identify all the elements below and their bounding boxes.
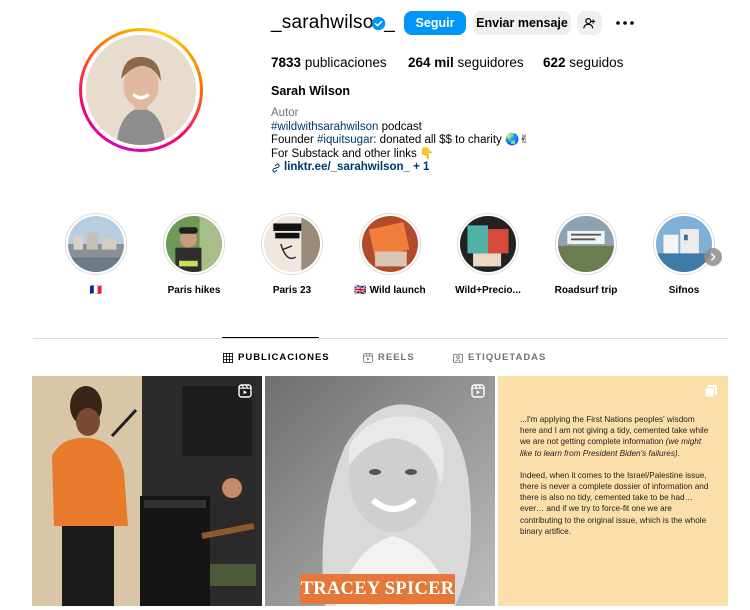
bio-line: For Substack and other links 👇 [271,147,435,160]
highlight-label: Sifnos [668,285,700,296]
highlight-label: 🇬🇧 Wild launch [354,285,426,296]
post-image [32,376,262,606]
following-count[interactable]: 622 seguidos [543,55,623,70]
highlight-item[interactable]: Paris hikes [153,213,235,296]
verified-badge-icon [371,16,386,31]
suggested-users-button[interactable] [577,11,602,35]
reel-indicator-icon [471,384,485,398]
link-icon [272,163,280,173]
highlights-next-button[interactable] [704,248,722,266]
post-thumbnail[interactable]: TRACEY SPICER [265,376,495,606]
send-message-button[interactable]: Enviar mensaje [473,11,571,35]
highlight-label: 🇫🇷 [89,285,103,296]
highlight-item[interactable]: Paris 23 [251,213,333,296]
post-quote-text: ...I'm applying the First Nations people… [520,415,709,536]
more-options-icon[interactable] [615,15,635,31]
post-thumbnail[interactable]: ...I'm applying the First Nations people… [498,376,728,606]
active-tab-indicator [222,337,319,338]
highlight-item[interactable]: 🇬🇧 Wild launch [349,213,431,296]
carousel-indicator-icon [704,385,717,398]
grid-icon [223,352,233,363]
hashtag-link[interactable]: #iquitsugar [317,134,373,146]
highlight-label: Paris 23 [272,285,312,296]
tab-reels[interactable]: REELS [363,352,415,363]
chevron-right-icon [710,253,716,261]
profile-full-name: Sarah Wilson [271,84,351,98]
add-user-icon [583,17,596,28]
highlight-item[interactable]: 🇫🇷 [55,213,137,296]
posts-count: 7833 publicaciones [271,55,387,70]
highlight-label: Paris hikes [167,285,221,296]
highlight-item[interactable]: Roadsurf trip [545,213,627,296]
external-link[interactable]: linktr.ee/_sarahwilson_ + 1 [271,161,529,175]
post-image [265,376,495,606]
hashtag-link[interactable]: #wildwithsarahwilson [271,121,378,133]
highlight-cover [362,216,418,272]
highlight-cover [656,216,712,272]
highlight-cover [558,216,614,272]
highlight-item[interactable]: Wild+Precio... [447,213,529,296]
profile-avatar[interactable] [79,28,203,152]
highlight-cover [460,216,516,272]
tab-posts[interactable]: PUBLICACIONES [223,352,330,363]
profile-bio: Autor #wildwithsarahwilson podcast Found… [271,107,529,175]
avatar-photo [86,35,196,145]
highlight-cover [68,216,124,272]
highlight-label: Wild+Precio... [455,285,521,296]
highlight-cover [166,216,222,272]
post-banner-text: TRACEY SPICER [300,574,455,604]
followers-count[interactable]: 264 mil seguidores [408,55,524,70]
tab-tagged[interactable]: ETIQUETADAS [453,352,546,363]
highlight-label: Roadsurf trip [554,285,618,296]
reel-indicator-icon [238,384,252,398]
tagged-icon [453,353,463,363]
post-thumbnail[interactable] [32,376,262,606]
follow-button[interactable]: Seguir [404,11,466,35]
tabs-divider [33,338,728,339]
reels-icon [363,352,373,363]
profile-category: Autor [271,107,299,119]
highlight-cover [264,216,320,272]
